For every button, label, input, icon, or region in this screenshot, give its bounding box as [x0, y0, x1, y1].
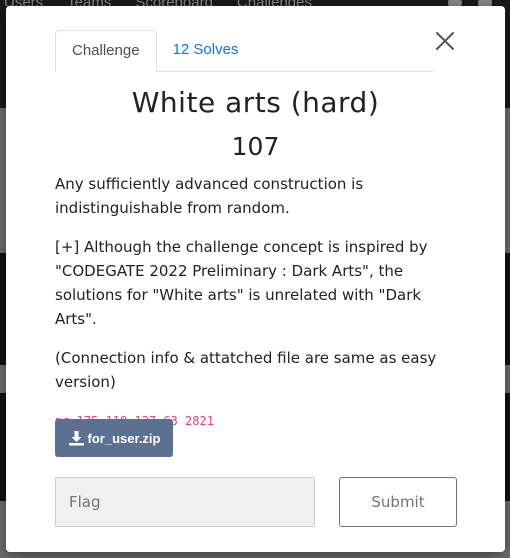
tab-solves[interactable]: 12 Solves [157, 30, 255, 70]
tab-challenge[interactable]: Challenge [55, 30, 157, 72]
challenge-tabs: Challenge 12 Solves [55, 30, 433, 72]
submit-button[interactable]: Submit [339, 477, 457, 527]
description-paragraph: [+] Although the challenge concept is in… [55, 238, 428, 328]
description-paragraph: (Connection info & attatched file are sa… [55, 349, 437, 391]
challenge-modal: Challenge 12 Solves White arts (hard) 10… [6, 6, 505, 552]
challenge-points: 107 [231, 132, 280, 161]
challenge-title: White arts (hard) [131, 86, 380, 119]
challenge-description: Any sufficiently advanced construction i… [55, 172, 465, 433]
description-paragraph: Any sufficiently advanced construction i… [55, 175, 364, 217]
close-icon [436, 32, 454, 50]
download-file-button[interactable]: for_user.zip [55, 419, 173, 457]
download-file-label: for_user.zip [87, 430, 161, 446]
flag-input[interactable] [55, 477, 315, 527]
download-icon [68, 431, 84, 446]
close-button[interactable] [433, 29, 457, 53]
